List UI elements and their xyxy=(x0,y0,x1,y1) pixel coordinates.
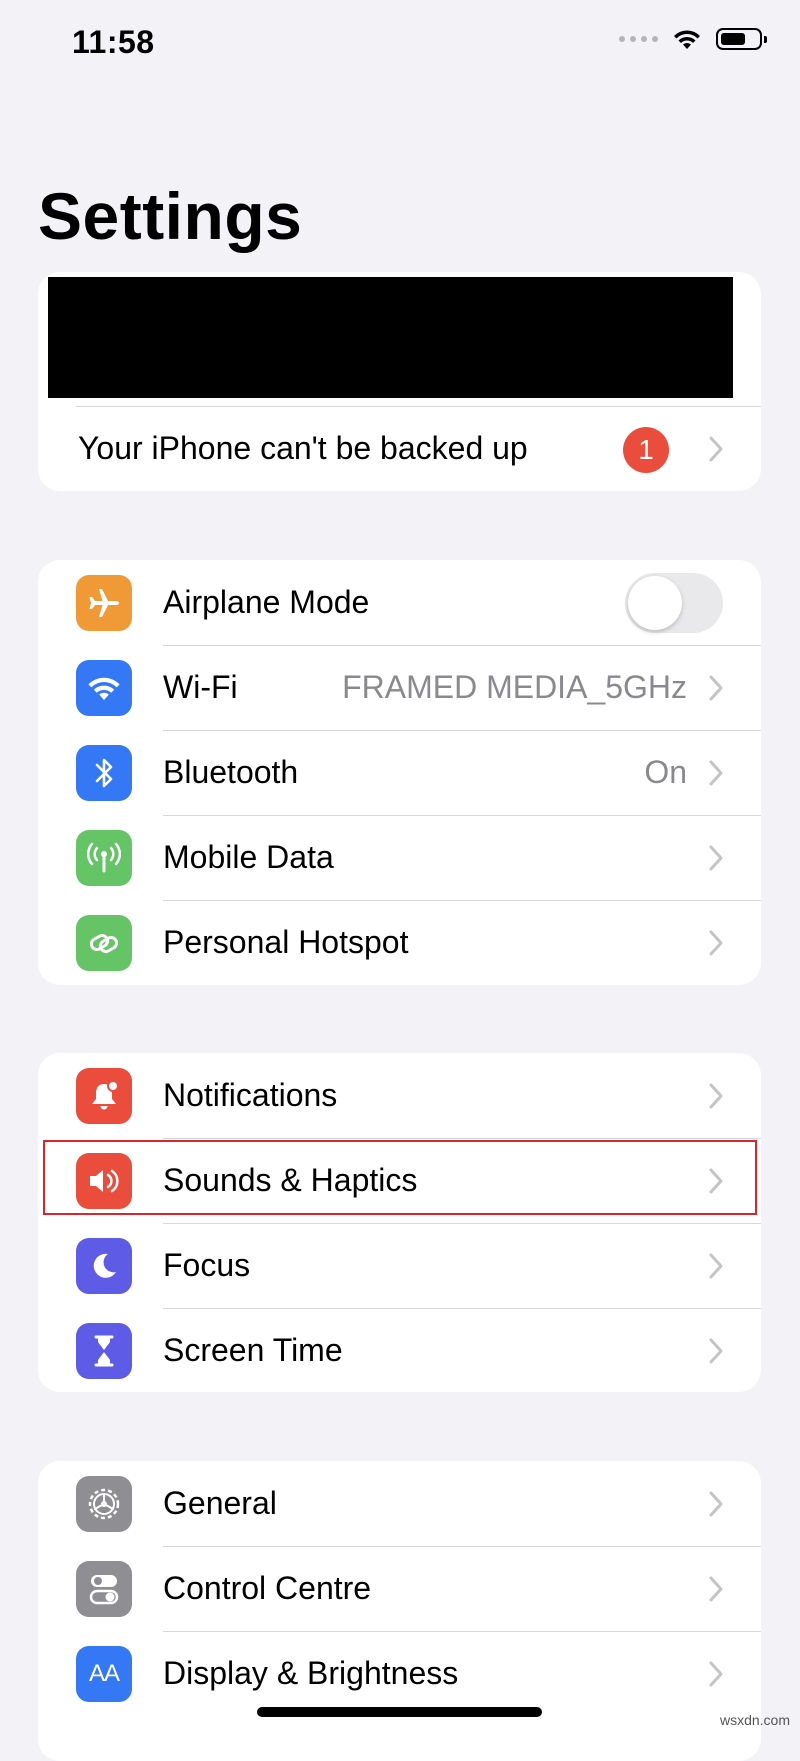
control-centre-label: Control Centre xyxy=(163,1570,372,1606)
wifi-network-value: FRAMED MEDIA_5GHz xyxy=(342,669,687,705)
gear-icon xyxy=(76,1476,132,1532)
status-time: 11:58 xyxy=(72,24,155,60)
airplane-mode-toggle[interactable] xyxy=(625,573,723,633)
notifications-row[interactable]: Notifications xyxy=(38,1053,761,1138)
status-indicators xyxy=(619,28,767,50)
chevron-right-icon xyxy=(709,436,723,462)
bell-icon xyxy=(76,1068,132,1124)
wifi-label: Wi-Fi xyxy=(163,669,238,705)
display-brightness-label: Display & Brightness xyxy=(163,1655,459,1691)
notifications-label: Notifications xyxy=(163,1077,338,1113)
airplane-mode-row: Airplane Mode xyxy=(38,560,761,645)
focus-row[interactable]: Focus xyxy=(38,1223,761,1308)
general-row[interactable]: General xyxy=(38,1461,761,1546)
wifi-status-icon xyxy=(674,30,700,49)
control-centre-row[interactable]: Control Centre xyxy=(38,1546,761,1631)
notification-badge: 1 xyxy=(623,427,669,473)
account-group: Your iPhone can't be backed up 1 xyxy=(38,272,761,491)
page-title: Settings xyxy=(38,179,303,253)
sounds-haptics-label: Sounds & Haptics xyxy=(163,1162,418,1198)
moon-icon xyxy=(76,1238,132,1294)
home-indicator[interactable] xyxy=(257,1707,542,1717)
watermark: wsxdn.com xyxy=(719,1712,790,1728)
chevron-right-icon xyxy=(709,930,723,956)
chevron-right-icon xyxy=(709,675,723,701)
chevron-right-icon xyxy=(709,1576,723,1602)
screen-time-row[interactable]: Screen Time xyxy=(38,1308,761,1392)
mobile-data-label: Mobile Data xyxy=(163,839,334,875)
chevron-right-icon xyxy=(709,1338,723,1364)
airplane-mode-label: Airplane Mode xyxy=(163,584,370,620)
sounds-haptics-row[interactable]: Sounds & Haptics xyxy=(38,1138,761,1223)
connectivity-group: Airplane Mode Wi-Fi FRAMED MEDIA_5GHz Bl… xyxy=(38,560,761,985)
battery-icon xyxy=(716,28,767,50)
display-brightness-row[interactable]: AA Display & Brightness xyxy=(38,1631,761,1716)
mobile-data-row[interactable]: Mobile Data xyxy=(38,815,761,900)
bluetooth-row[interactable]: Bluetooth On xyxy=(38,730,761,815)
notifications-group: Notifications Sounds & Haptics Focus Scr… xyxy=(38,1053,761,1392)
focus-label: Focus xyxy=(163,1247,251,1283)
chevron-right-icon xyxy=(709,1168,723,1194)
antenna-icon xyxy=(76,830,132,886)
backup-warning-label: Your iPhone can't be backed up xyxy=(78,430,528,466)
speaker-icon xyxy=(76,1153,132,1209)
wifi-icon xyxy=(76,660,132,716)
text-size-icon: AA xyxy=(76,1646,132,1702)
status-bar: 11:58 xyxy=(0,0,800,90)
chevron-right-icon xyxy=(709,845,723,871)
toggle-knob xyxy=(628,576,682,630)
switches-icon xyxy=(76,1561,132,1617)
personal-hotspot-label: Personal Hotspot xyxy=(163,924,409,960)
screen-time-label: Screen Time xyxy=(163,1332,343,1368)
wifi-row[interactable]: Wi-Fi FRAMED MEDIA_5GHz xyxy=(38,645,761,730)
chevron-right-icon xyxy=(709,1083,723,1109)
personal-hotspot-row[interactable]: Personal Hotspot xyxy=(38,900,761,985)
airplane-icon xyxy=(76,575,132,631)
bluetooth-icon xyxy=(76,745,132,801)
backup-warning-row[interactable]: Your iPhone can't be backed up 1 xyxy=(38,406,761,491)
redacted-apple-id-banner[interactable] xyxy=(48,277,733,398)
chevron-right-icon xyxy=(709,1491,723,1517)
hotspot-icon xyxy=(76,915,132,971)
bluetooth-status-value: On xyxy=(644,754,687,790)
hourglass-icon xyxy=(76,1323,132,1379)
chevron-right-icon xyxy=(709,1253,723,1279)
cellular-signal-icon xyxy=(619,36,658,42)
general-label: General xyxy=(163,1485,277,1521)
chevron-right-icon xyxy=(709,1661,723,1687)
chevron-right-icon xyxy=(709,760,723,786)
bluetooth-label: Bluetooth xyxy=(163,754,299,790)
text-size-icon-glyph: AA xyxy=(88,1660,120,1687)
